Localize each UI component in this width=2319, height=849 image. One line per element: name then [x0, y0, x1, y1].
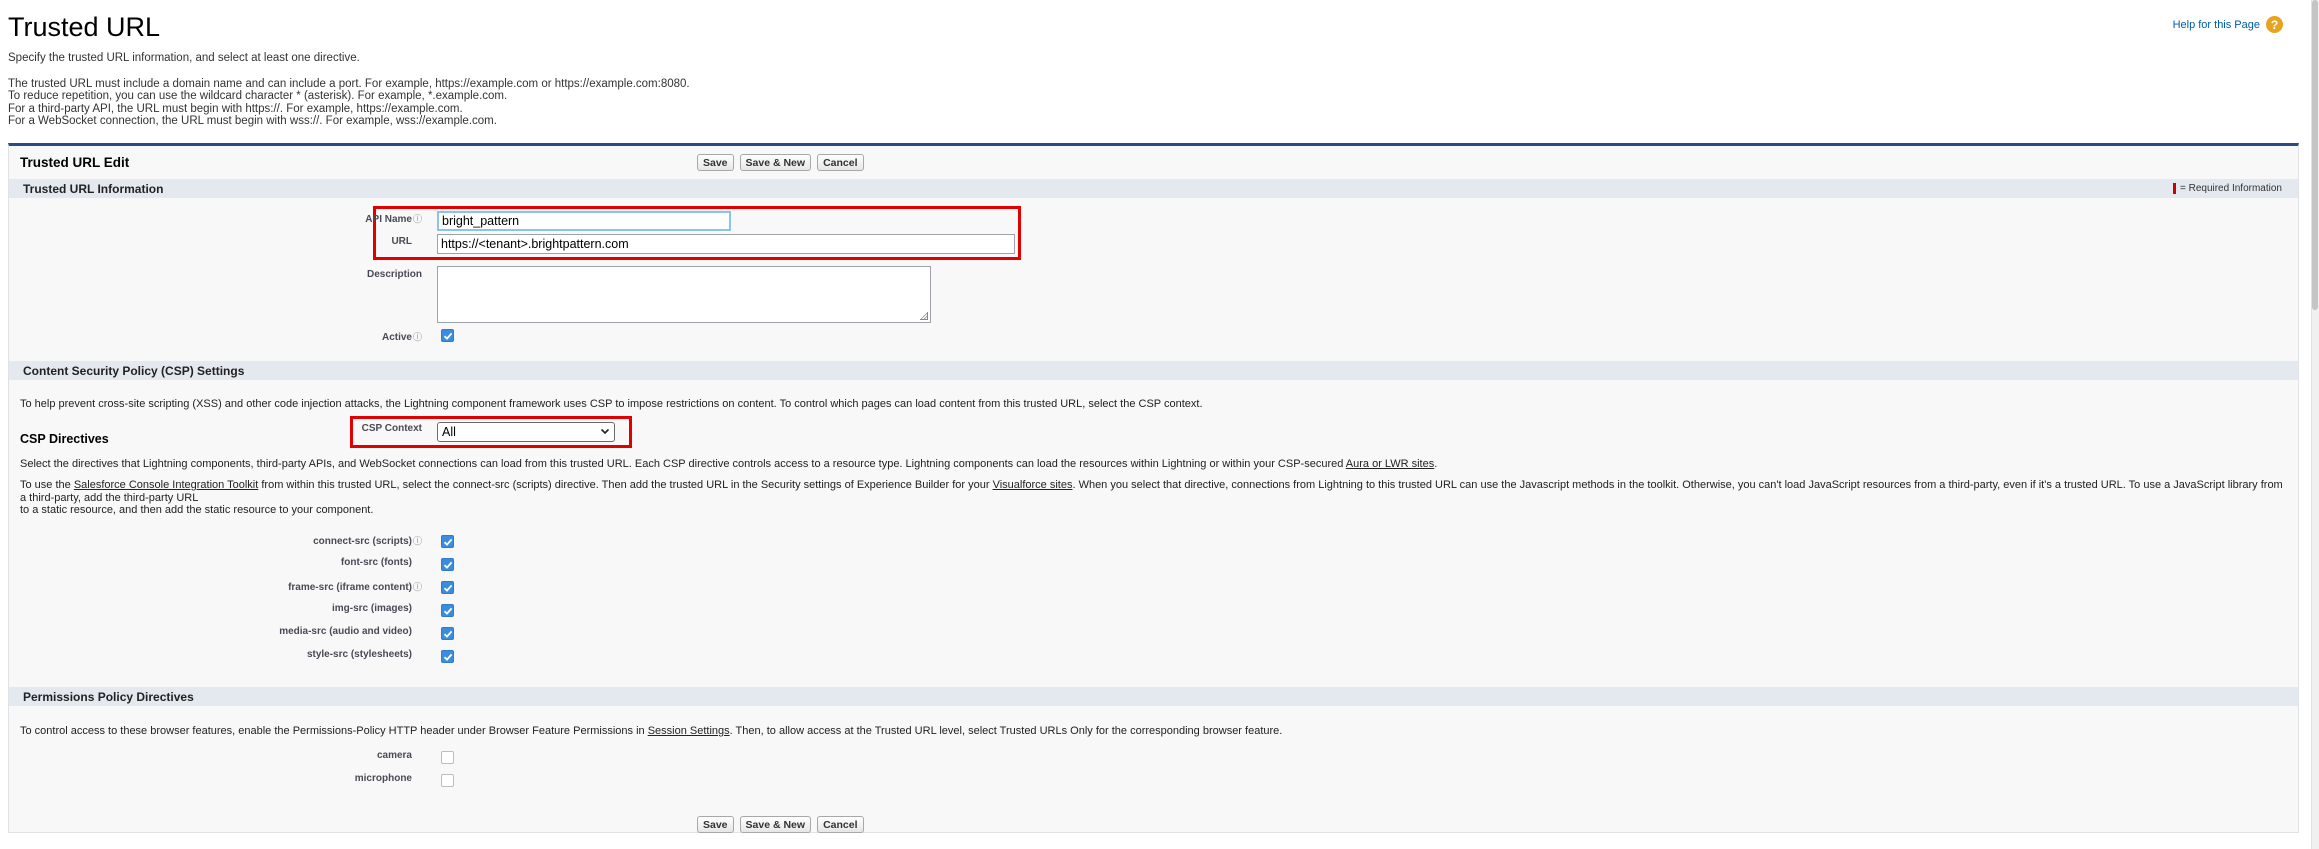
section-trusted-url-information: Trusted URL Information = Required Infor…: [9, 179, 2298, 198]
directive-label-text: connect-src (scripts): [313, 536, 412, 547]
intro-line: The trusted URL must include a domain na…: [8, 77, 690, 90]
check-icon: [443, 332, 452, 340]
csp-directives-title: CSP Directives: [20, 432, 109, 446]
intro-line: Specify the trusted URL information, and…: [8, 52, 360, 64]
required-information-text: = Required Information: [2179, 183, 2282, 194]
section-title: Trusted URL Information: [23, 182, 164, 196]
permission-label-microphone: microphone: [354, 773, 412, 784]
save-button[interactable]: Save: [697, 154, 734, 171]
page-title: Trusted URL: [8, 12, 161, 42]
check-icon: [443, 584, 452, 592]
check-icon: [443, 607, 452, 615]
check-icon: [443, 630, 452, 638]
csp-intro-text: To help prevent cross-site scripting (XS…: [20, 398, 1203, 410]
checkbox-media-src[interactable]: [441, 627, 454, 640]
checkbox-font-src[interactable]: [441, 558, 454, 571]
checkbox-connect-src[interactable]: [441, 535, 454, 548]
directive-label-frame-src: frame-src (iframe content)ⓘ: [288, 580, 422, 593]
check-icon: [443, 538, 452, 546]
directive-label-img-src: img-src (images): [331, 603, 412, 614]
directive-label-style-src: style-src (stylesheets): [306, 649, 412, 660]
csp-context-label: CSP Context: [361, 423, 422, 434]
console-integration-toolkit-link[interactable]: Salesforce Console Integration Toolkit: [74, 479, 258, 491]
info-icon[interactable]: ⓘ: [413, 536, 422, 546]
help-link-label[interactable]: Help for this Page: [2173, 19, 2260, 31]
visualforce-sites-link[interactable]: Visualforce sites: [993, 479, 1073, 491]
directive-label-connect-src: connect-src (scripts)ⓘ: [313, 534, 422, 547]
api-name-label: API Nameⓘ: [365, 212, 422, 225]
intro-text: Specify the trusted URL information, and…: [8, 52, 690, 128]
save-new-button[interactable]: Save & New: [739, 816, 812, 833]
description-label: Description: [366, 269, 422, 280]
api-name-label-text: API Name: [365, 214, 412, 225]
checkbox-style-src[interactable]: [441, 650, 454, 663]
intro-line: For a third-party API, the URL must begi…: [8, 102, 463, 115]
intro-line: For a WebSocket connection, the URL must…: [8, 115, 497, 127]
toolkit-text: to a static resource, and then add the s…: [20, 504, 374, 516]
checkbox-frame-src[interactable]: [441, 581, 454, 594]
help-link[interactable]: Help for this Page ?: [2173, 16, 2283, 33]
intro-line: To reduce repetition, you can use the wi…: [8, 90, 508, 102]
permissions-text: To control access to these browser featu…: [20, 725, 648, 737]
section-title: Permissions Policy Directives: [23, 690, 194, 704]
info-icon[interactable]: ⓘ: [413, 582, 422, 592]
url-label: URL: [391, 236, 412, 247]
permission-label-camera: camera: [376, 750, 412, 761]
panel-title: Trusted URL Edit: [20, 155, 130, 170]
info-icon[interactable]: ⓘ: [413, 332, 422, 342]
required-marker-icon: [2172, 183, 2176, 194]
panel-header: Trusted URL Edit Save Save & New Cancel: [9, 146, 2298, 178]
directive-label-font-src: font-src (fonts): [340, 557, 412, 568]
url-input[interactable]: [437, 234, 1015, 254]
save-button[interactable]: Save: [697, 816, 734, 833]
checkbox-camera[interactable]: [441, 751, 454, 764]
directives-text: Select the directives that Lightning com…: [20, 458, 1346, 470]
description-textarea[interactable]: [437, 266, 931, 323]
active-label-text: Active: [381, 332, 412, 343]
csp-context-selected: All: [442, 425, 456, 439]
aura-lwr-sites-link[interactable]: Aura or LWR sites: [1346, 458, 1434, 470]
check-icon: [443, 561, 452, 569]
toolkit-description: To use the Salesforce Console Integratio…: [20, 479, 2290, 517]
session-settings-link[interactable]: Session Settings: [648, 725, 730, 737]
section-csp-settings: Content Security Policy (CSP) Settings: [9, 361, 2298, 380]
checkbox-microphone[interactable]: [441, 774, 454, 787]
toolkit-text: To use the: [20, 479, 74, 491]
section-title: Content Security Policy (CSP) Settings: [23, 364, 245, 378]
cancel-button[interactable]: Cancel: [817, 816, 864, 833]
trusted-url-edit-panel: Trusted URL Edit Save Save & New Cancel …: [8, 143, 2299, 833]
question-icon[interactable]: ?: [2266, 16, 2283, 33]
permissions-description: To control access to these browser featu…: [20, 725, 2290, 738]
required-information-legend: = Required Information: [2172, 183, 2282, 194]
cancel-button[interactable]: Cancel: [817, 154, 864, 171]
top-button-row: Save Save & New Cancel: [697, 154, 864, 171]
directive-label-text: frame-src (iframe content): [288, 582, 412, 593]
info-icon[interactable]: ⓘ: [413, 214, 422, 224]
chevron-down-icon: [600, 428, 610, 435]
bottom-button-row: Save Save & New Cancel: [697, 816, 864, 833]
directive-label-media-src: media-src (audio and video): [279, 626, 412, 637]
permissions-text-end: . Then, to allow access at the Trusted U…: [729, 725, 1283, 737]
csp-directives-description: Select the directives that Lightning com…: [20, 458, 2290, 471]
active-label: Activeⓘ: [382, 330, 422, 343]
check-icon: [443, 653, 452, 661]
save-new-button[interactable]: Save & New: [739, 154, 812, 171]
directives-text-end: .: [1434, 458, 1438, 470]
toolkit-text: from within this trusted URL, select the…: [258, 479, 993, 491]
section-permissions-policy: Permissions Policy Directives: [9, 687, 2298, 706]
csp-context-select[interactable]: All: [437, 422, 615, 442]
active-checkbox[interactable]: [441, 329, 454, 342]
scrollbar-thumb[interactable]: [2312, 0, 2318, 310]
vertical-scrollbar[interactable]: [2311, 0, 2319, 849]
api-name-input[interactable]: [437, 211, 731, 231]
checkbox-img-src[interactable]: [441, 604, 454, 617]
resize-grip-icon[interactable]: [920, 312, 928, 320]
